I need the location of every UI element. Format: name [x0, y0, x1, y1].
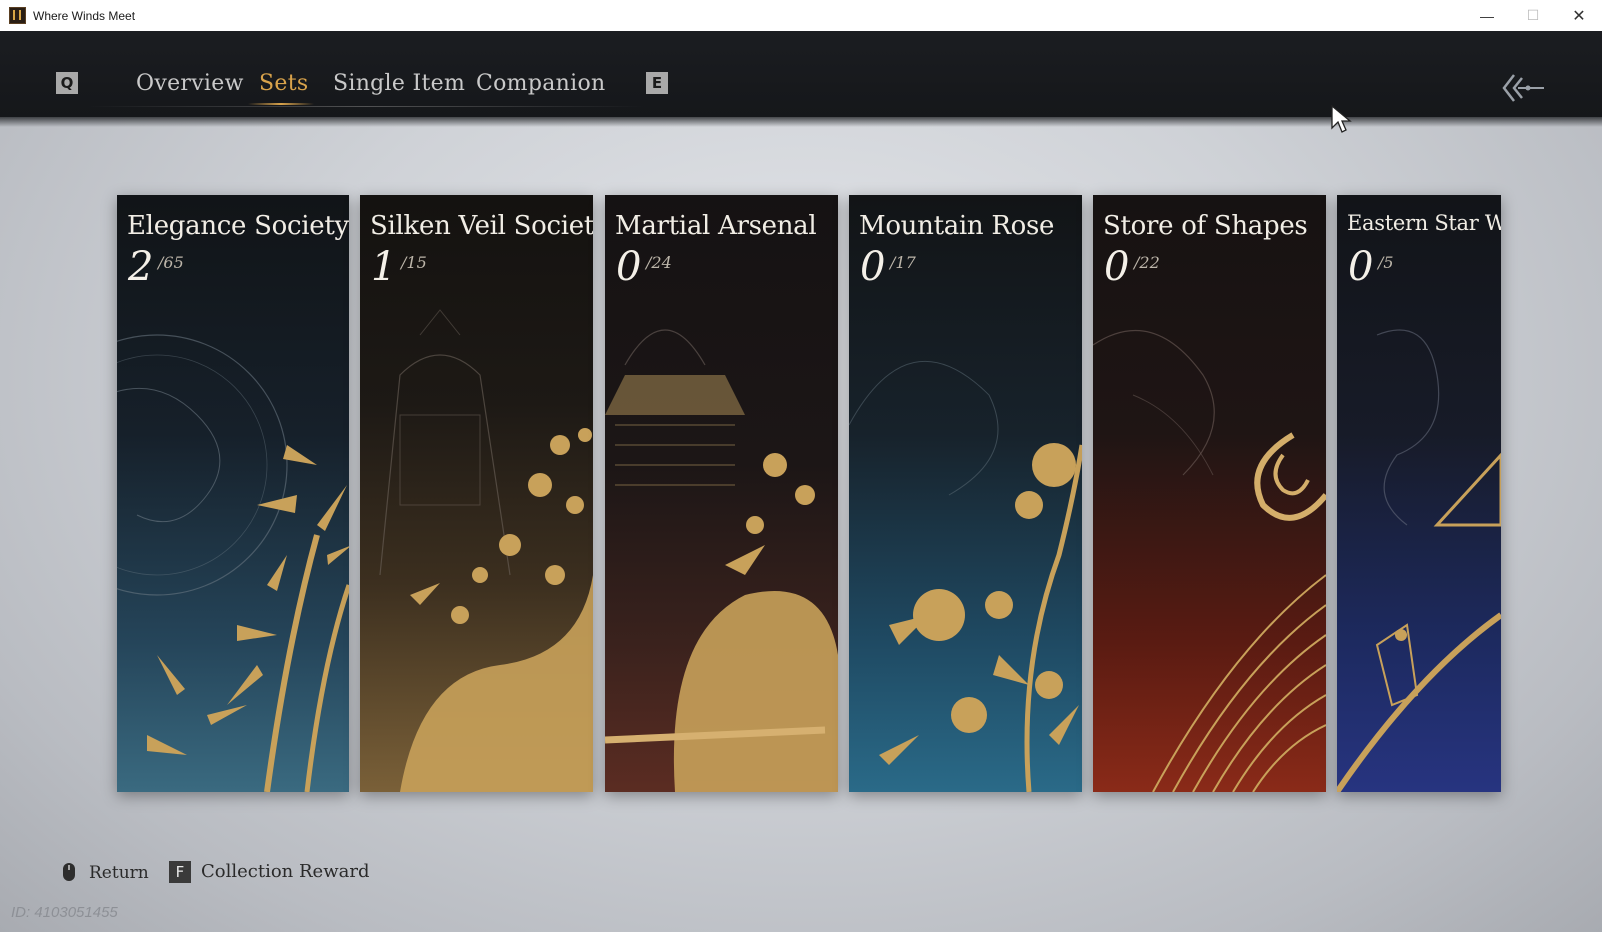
- total-count: /17: [890, 253, 916, 272]
- card-title: Elegance Society: [127, 211, 349, 241]
- active-tab-underline: [248, 103, 314, 105]
- tab-companion[interactable]: Companion: [476, 71, 605, 96]
- set-card-elegance-society[interactable]: Elegance Society 2 /65: [117, 195, 349, 792]
- top-nav-bar: Q Overview Sets Single Item Companion E: [0, 31, 1602, 127]
- collected-count: 0: [1104, 244, 1130, 290]
- player-id: ID: 4103051455: [11, 904, 118, 921]
- collection-reward-button[interactable]: Collection Reward: [201, 861, 369, 882]
- card-title: Mountain Rose: [859, 211, 1055, 241]
- tab-single-item[interactable]: Single Item: [333, 71, 465, 96]
- card-title: Store of Shapes: [1103, 211, 1308, 241]
- next-tab-key-badge[interactable]: E: [646, 72, 668, 94]
- total-count: /24: [646, 253, 672, 272]
- set-card-eastern-star[interactable]: Eastern Star We 0 /5: [1337, 195, 1501, 792]
- maximize-button[interactable]: ☐: [1510, 0, 1556, 31]
- set-card-martial-arsenal[interactable]: Martial Arsenal 0 /24: [605, 195, 838, 792]
- window-titlebar: Where Winds Meet — ☐ ✕: [0, 0, 1602, 32]
- collected-count: 1: [371, 244, 397, 290]
- tab-overview[interactable]: Overview: [136, 71, 244, 96]
- set-card-silken-veil-society[interactable]: Silken Veil Society 1 /15: [360, 195, 593, 792]
- total-count: /22: [1134, 253, 1160, 272]
- return-hint[interactable]: Return: [89, 863, 149, 883]
- app-icon: [9, 7, 26, 24]
- close-button[interactable]: ✕: [1556, 0, 1602, 31]
- prev-tab-key-badge[interactable]: Q: [56, 72, 78, 94]
- card-title: Eastern Star We: [1347, 211, 1501, 235]
- window-title: Where Winds Meet: [33, 8, 136, 23]
- collected-count: 0: [860, 244, 886, 290]
- total-count: /5: [1378, 253, 1394, 272]
- tab-sets[interactable]: Sets: [259, 71, 308, 96]
- mouse-icon: [63, 863, 75, 881]
- collected-count: 2: [128, 244, 154, 290]
- mouse-pointer-icon: [1331, 104, 1352, 133]
- total-count: /15: [401, 253, 427, 272]
- set-card-mountain-rose[interactable]: Mountain Rose 0 /17: [849, 195, 1082, 792]
- minimize-button[interactable]: —: [1464, 0, 1510, 31]
- nav-divider: [86, 106, 646, 107]
- card-title: Silken Veil Society: [370, 211, 593, 241]
- collected-count: 0: [1348, 244, 1374, 290]
- collected-count: 0: [616, 244, 642, 290]
- back-arrow-icon[interactable]: [1500, 71, 1548, 105]
- f-key-badge[interactable]: F: [169, 861, 191, 883]
- set-card-store-of-shapes[interactable]: Store of Shapes 0 /22: [1093, 195, 1326, 792]
- card-title: Martial Arsenal: [615, 211, 817, 241]
- total-count: /65: [158, 253, 184, 272]
